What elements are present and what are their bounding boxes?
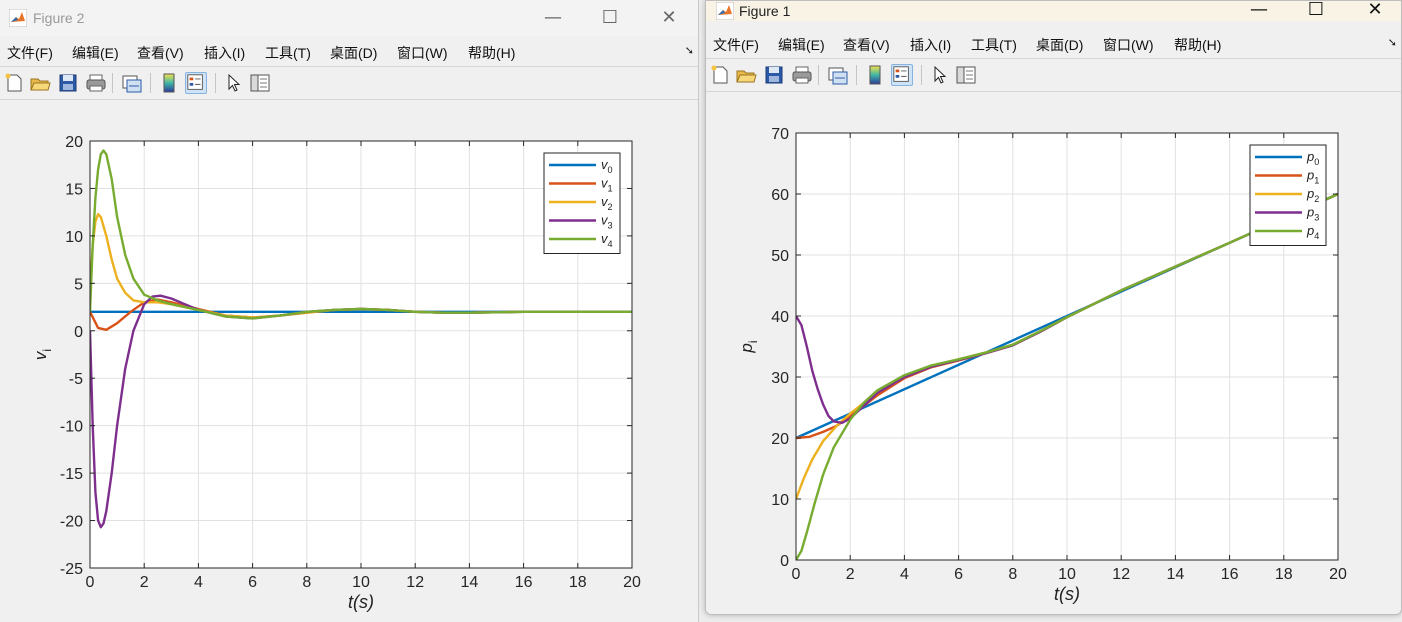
- x-tick-label: 20: [1329, 566, 1347, 583]
- x-tick-label: 4: [194, 574, 203, 591]
- x-tick-label: 20: [623, 574, 641, 591]
- x-tick-label: 2: [846, 566, 855, 583]
- figure2-axes[interactable]: 0 2 4 6 8 10 12 14 16 18 20 -25 -20 -15 -10 -5 0 5 10 15 20 t…: [0, 0, 699, 622]
- y-axis-label-group: pi: [737, 340, 760, 353]
- y-axis-label: vi: [31, 349, 54, 360]
- y-tick-label: -10: [60, 419, 83, 436]
- y-tick-label: -15: [60, 466, 83, 483]
- x-tick-label: 10: [352, 574, 370, 591]
- y-tick-label: 20: [771, 431, 789, 448]
- x-tick-label: 14: [1167, 566, 1185, 583]
- y-tick-label: 10: [771, 492, 789, 509]
- x-tick-label: 14: [461, 574, 479, 591]
- x-axis-label: t(s): [1054, 584, 1080, 604]
- x-tick-label: 12: [1112, 566, 1130, 583]
- x-tick-label: 2: [140, 574, 149, 591]
- y-tick-label: 5: [74, 276, 83, 293]
- y-tick-label: -25: [60, 561, 83, 578]
- legend: v0v1v2v3v4: [543, 152, 621, 254]
- y-tick-label: 60: [771, 187, 789, 204]
- y-tick-label: -20: [60, 514, 83, 531]
- x-tick-label: 16: [515, 574, 533, 591]
- x-tick-label: 6: [248, 574, 257, 591]
- x-tick-label: 10: [1058, 566, 1076, 583]
- x-tick-label: 0: [86, 574, 95, 591]
- x-tick-label: 8: [1008, 566, 1017, 583]
- y-tick-label: 40: [771, 309, 789, 326]
- x-axis-label: t(s): [348, 592, 374, 612]
- x-tick-label: 12: [406, 574, 424, 591]
- figure2-window: Figure 2 — ☐ ✕ 文件(F) 编辑(E) 查看(V) 插入(I) 工…: [0, 0, 699, 622]
- y-tick-label: 10: [65, 229, 83, 246]
- figure1-axes[interactable]: 0 2 4 6 8 10 12 14 16 18 20 0 10 20 30 40 50 60 70 t(s) pi p0…: [706, 1, 1402, 615]
- x-tick-label: 8: [302, 574, 311, 591]
- y-tick-label: 70: [771, 126, 789, 143]
- y-axis-label-group: vi: [31, 349, 54, 360]
- x-tick-label: 18: [1275, 566, 1293, 583]
- y-tick-label: -5: [69, 371, 83, 388]
- y-tick-label: 30: [771, 370, 789, 387]
- y-axis-label: pi: [737, 340, 760, 353]
- y-tick-label: 20: [65, 134, 83, 151]
- y-tick-label: 15: [65, 181, 83, 198]
- x-tick-label: 18: [569, 574, 587, 591]
- x-tick-label: 0: [792, 566, 801, 583]
- x-tick-label: 6: [954, 566, 963, 583]
- figure1-window: Figure 1 — ☐ ✕ 文件(F) 编辑(E) 查看(V) 插入(I) 工…: [705, 0, 1402, 615]
- y-tick-label: 50: [771, 248, 789, 265]
- x-tick-label: 4: [900, 566, 909, 583]
- y-tick-label: 0: [780, 553, 789, 570]
- y-tick-label: 0: [74, 324, 83, 341]
- legend: p0p1p2p3p4: [1249, 144, 1327, 246]
- x-tick-label: 16: [1221, 566, 1239, 583]
